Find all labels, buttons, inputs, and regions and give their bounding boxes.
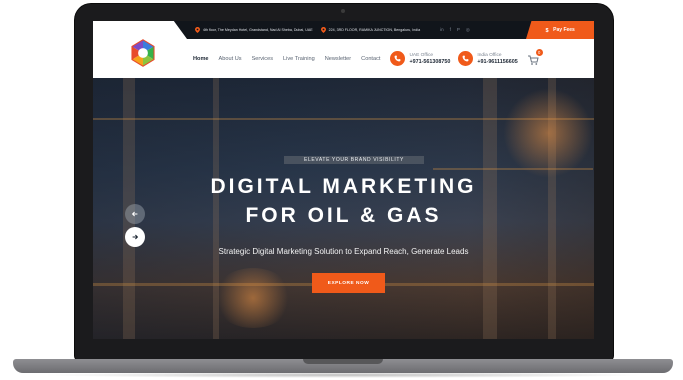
pinterest-icon[interactable]: P [457,27,460,33]
office-india[interactable]: India Office +91-9611156605 [458,51,518,66]
laptop-mockup: 4th floor, The Meydan Hotel, Grandstand,… [0,0,683,380]
cart-button[interactable]: 0 [527,48,543,65]
office-uae-number[interactable]: +971-561308750 [409,59,450,65]
hero-title-line-2: FOR OIL & GAS [245,204,442,227]
phone-icon [390,51,406,66]
background-glow [213,268,293,328]
laptop-notch [303,359,383,364]
site-header: Home About Us Services Live Training New… [93,39,594,78]
address-india-text: 224, 3RD FLOOR, RAMIKA JUNCTION, Bengalu… [328,28,421,32]
office-uae[interactable]: UAE Office +971-561308750 [390,51,450,66]
address-uae-text: 4th floor, The Meydan Hotel, Grandstand,… [203,28,313,32]
nav-contact[interactable]: Contact [361,56,380,62]
company-logo[interactable] [129,39,157,67]
laptop-screen: 4th floor, The Meydan Hotel, Grandstand,… [93,21,594,339]
explore-now-button[interactable]: EXPLORE NOW [312,273,385,293]
logo-backdrop [93,21,187,39]
office-uae-label: UAE Office [409,52,434,58]
nav-live-training[interactable]: Live Training [283,56,315,62]
social-links: in f P ◎ [440,27,470,33]
webcam [341,9,345,13]
arrow-left-icon [131,211,138,217]
background-glow [503,88,593,178]
linkedin-icon[interactable]: in [440,27,444,33]
office-india-number[interactable]: +91-9611156605 [477,59,517,65]
svg-text:$: $ [546,28,549,33]
nav-newsletter[interactable]: Newsletter [325,56,351,62]
hero-title-line-1: DIGITAL MARKETING [210,175,477,198]
top-info-bar: 4th floor, The Meydan Hotel, Grandstand,… [93,21,594,39]
arrow-right-icon [132,234,139,240]
slider-next-button[interactable] [125,227,145,247]
phone-icon [458,51,474,66]
office-india-label: India Office [477,52,502,58]
slider-prev-button[interactable] [125,204,145,224]
location-pin-icon [195,27,200,33]
facebook-icon[interactable]: f [450,27,451,33]
nav-about-us[interactable]: About Us [219,56,242,62]
hero-slider: ELEVATE YOUR BRAND VISIBILITY DIGITAL MA… [93,78,594,339]
location-pin-icon [320,27,326,33]
instagram-icon[interactable]: ◎ [466,27,470,33]
nav-services[interactable]: Services [252,56,273,62]
hero-subtitle: Strategic Digital Marketing Solution to … [218,247,469,256]
hero-eyebrow: ELEVATE YOUR BRAND VISIBILITY [284,156,424,164]
pay-fees-button[interactable]: $ Pay Fees [526,21,594,39]
dollar-icon: $ [546,28,549,33]
nav-home[interactable]: Home [193,56,209,62]
main-navigation: Home About Us Services Live Training New… [193,56,380,62]
address-uae: 4th floor, The Meydan Hotel, Grandstand,… [195,27,313,33]
pay-fees-label: Pay Fees [553,27,575,33]
cart-count-badge: 0 [535,48,543,56]
address-india: 224, 3RD FLOOR, RAMIKA JUNCTION, Bengalu… [320,27,421,33]
